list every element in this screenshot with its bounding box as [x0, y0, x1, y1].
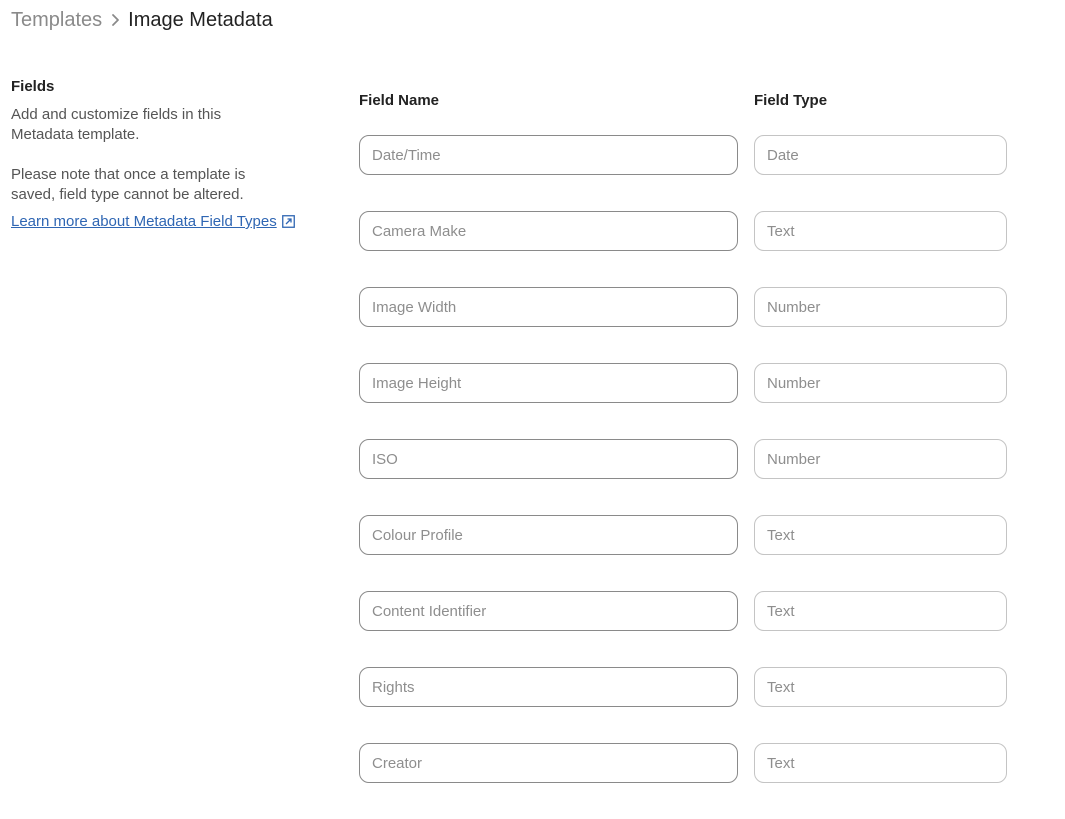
breadcrumb: Templates Image Metadata	[11, 6, 273, 34]
field-type-input[interactable]	[754, 743, 1007, 783]
sidebar-title: Fields	[11, 78, 55, 95]
field-type-input[interactable]	[754, 363, 1007, 403]
field-name-input[interactable]	[359, 211, 738, 251]
field-name-input[interactable]	[359, 439, 738, 479]
field-type-input[interactable]	[754, 211, 1007, 251]
field-type-input[interactable]	[754, 439, 1007, 479]
chevron-right-icon	[111, 13, 120, 27]
external-link-icon	[281, 215, 295, 228]
field-name-input[interactable]	[359, 287, 738, 327]
field-name-input[interactable]	[359, 363, 738, 403]
field-name-input[interactable]	[359, 591, 738, 631]
field-name-column-header: Field Name	[359, 92, 440, 109]
field-name-input[interactable]	[359, 743, 738, 783]
field-type-column-header: Field Type	[754, 92, 828, 109]
field-type-input[interactable]	[754, 667, 1007, 707]
learn-more-link-label: Learn more about Metadata Field Types	[11, 213, 277, 230]
field-name-input[interactable]	[359, 135, 738, 175]
field-type-input[interactable]	[754, 135, 1007, 175]
field-type-input[interactable]	[754, 287, 1007, 327]
sidebar-note: Please note that once a template is save…	[11, 166, 246, 203]
field-type-input[interactable]	[754, 591, 1007, 631]
field-type-input[interactable]	[754, 515, 1007, 555]
sidebar-description: Add and customize fields in this Metadat…	[11, 106, 222, 143]
breadcrumb-templates-link[interactable]: Templates	[11, 9, 102, 32]
field-name-input[interactable]	[359, 667, 738, 707]
field-name-input[interactable]	[359, 515, 738, 555]
fields-sidebar: Fields Add and customize fields in this …	[11, 77, 311, 231]
page-title: Image Metadata	[128, 8, 273, 31]
learn-more-link[interactable]: Learn more about Metadata Field Types	[11, 213, 295, 230]
